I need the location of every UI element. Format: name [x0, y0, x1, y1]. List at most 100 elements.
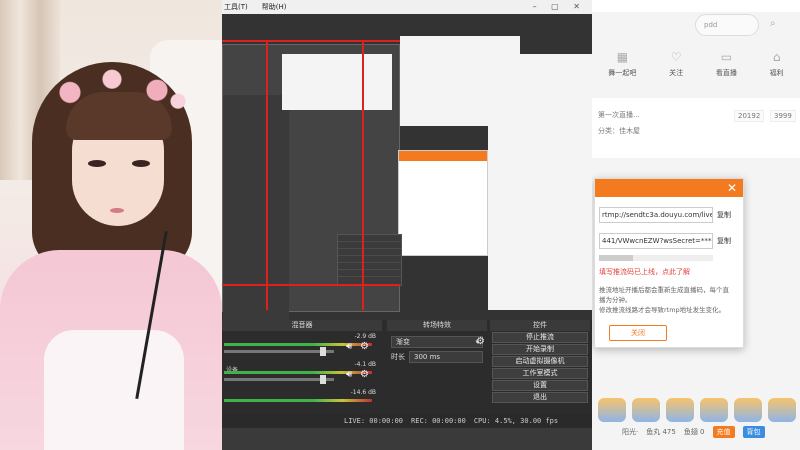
volume-fader[interactable]: [224, 347, 334, 356]
settings-button[interactable]: 设置: [492, 380, 588, 391]
bounding-box-top: [222, 40, 400, 42]
obs-statusbar: LIVE: 00:00:00 REC: 00:00:00 CPU: 4.5%, …: [222, 414, 592, 428]
taskbar-area: [222, 428, 592, 450]
gift-item[interactable]: [598, 398, 626, 422]
rec-time: REC: 00:00:00: [411, 417, 466, 425]
speaker-icon[interactable]: 🔊︎: [346, 341, 352, 352]
track-db: -14.6 dB: [350, 389, 376, 396]
nested-page: [282, 54, 392, 110]
dialog-header: ✕: [595, 179, 743, 197]
transition-selected: 渐变: [396, 338, 410, 346]
copy-key-button[interactable]: 复制: [717, 236, 731, 246]
nested-browser-right: [488, 54, 592, 310]
mixer-track: -2.9 dB 🔊︎ ⚙: [222, 333, 382, 359]
window-controls[interactable]: – ▢ ✕: [533, 2, 586, 11]
controls-title: 控件: [490, 320, 590, 331]
webcam-feed: [0, 0, 222, 450]
room-title: 第一次直播...: [598, 111, 640, 119]
nav-icons: ▦ 舞一起吧 ♡ 关注 ▭ 看直播 ⌂ 福利: [592, 50, 800, 90]
menu-help[interactable]: 帮助(H): [262, 2, 287, 12]
room-info: 第一次直播... 分类：佳木屋: [592, 98, 800, 158]
speaker-icon[interactable]: 🔊︎: [346, 369, 352, 380]
menu-tools[interactable]: 工具(T): [224, 2, 248, 12]
mixer-track: -14.6 dB: [222, 389, 382, 415]
cpu-fps: CPU: 4.5%, 30.00 fps: [473, 417, 559, 425]
obs-docks: 混音器 -2.9 dB 🔊︎ ⚙ 设备 -4.1 dB 🔊︎ ⚙: [222, 320, 592, 414]
transition-select[interactable]: 渐变 ▾: [391, 336, 483, 348]
key-row: 441/VWwcnEZW?wsSecret=******* 复制: [599, 233, 739, 249]
nested-dialog: [398, 150, 488, 256]
select-dropdown[interactable]: [599, 255, 713, 261]
server-row: rtmp://sendtc3a.douyu.com/live 复制: [599, 207, 739, 223]
gift-item[interactable]: [768, 398, 796, 422]
close-button[interactable]: 关闭: [609, 325, 667, 341]
nav-item[interactable]: ⌂ 福利: [770, 50, 784, 90]
room-category: 分类：佳木屋: [598, 127, 640, 135]
tip-line: 修改推流线路才会导致rtmp地址发生变化。: [599, 306, 726, 314]
duration-input[interactable]: 300 ms: [409, 351, 483, 363]
stop-stream-button[interactable]: 停止推流: [492, 332, 588, 343]
controls-dock: 控件 停止推流 开始录制 启动虚拟摄像机 工作室模式 设置 退出: [490, 320, 590, 414]
right-eye: [132, 160, 150, 167]
track-db: -4.1 dB: [354, 361, 376, 368]
hair-flowers: [40, 66, 190, 110]
nav-label: 舞一起吧: [608, 69, 637, 77]
search-input[interactable]: pdd: [695, 14, 759, 36]
lips: [110, 208, 124, 213]
tip-line: 推流地址开播后都会重新生成直播码，每个直: [599, 286, 729, 294]
duration-label: 时长: [391, 353, 405, 361]
close-icon[interactable]: ✕: [727, 181, 737, 195]
bounding-box-left: [266, 40, 268, 310]
fish-fin-count: 鱼翅 0: [683, 428, 705, 436]
bounding-box-right: [362, 40, 364, 310]
tip-line: 播为分钟。: [599, 296, 632, 304]
preview-canvas[interactable]: [222, 14, 592, 345]
nav-label: 福利: [769, 69, 784, 77]
mixer-track: 设备 -4.1 dB 🔊︎ ⚙: [222, 361, 382, 387]
gift-item[interactable]: [700, 398, 728, 422]
nav-item[interactable]: ▭ 看直播: [716, 50, 737, 90]
mixer-dock: 混音器 -2.9 dB 🔊︎ ⚙ 设备 -4.1 dB 🔊︎ ⚙: [222, 320, 382, 414]
start-recording-button[interactable]: 开始录制: [492, 344, 588, 355]
server-address-field[interactable]: rtmp://sendtc3a.douyu.com/live: [599, 207, 713, 223]
level-meter: [224, 399, 372, 402]
stream-code-dialog: ✕ rtmp://sendtc3a.douyu.com/live 复制 441/…: [594, 178, 744, 348]
nav-label: 关注: [669, 69, 684, 77]
live-time: LIVE: 00:00:00: [344, 417, 404, 425]
left-eye: [88, 160, 106, 167]
gift-item[interactable]: [632, 398, 660, 422]
nav-item[interactable]: ♡ 关注: [669, 50, 683, 90]
grid-icon: ▦: [616, 50, 629, 64]
gear-icon[interactable]: ⚙: [360, 341, 369, 352]
virtual-camera-button[interactable]: 启动虚拟摄像机: [492, 356, 588, 367]
gear-icon[interactable]: ⚙: [360, 369, 369, 380]
track-db: -2.9 dB: [354, 333, 376, 340]
studio-mode-button[interactable]: 工作室模式: [492, 368, 588, 379]
recharge-button[interactable]: 充值: [712, 426, 735, 438]
mixer-title: 混音器: [222, 320, 382, 331]
search-icon[interactable]: ⌕: [770, 18, 776, 29]
bottom-item: 阳光·: [622, 428, 639, 436]
bottom-bar: 阳光· 鱼丸 475 鱼翅 0 充值 背包: [592, 424, 800, 440]
bounding-box-bottom: [222, 284, 400, 286]
nav-label: 看直播: [715, 69, 737, 77]
browser-top: [592, 0, 800, 12]
stream-key-field[interactable]: 441/VWwcnEZW?wsSecret=*******: [599, 233, 713, 249]
screen: 工具(T) 帮助(H) – ▢ ✕ 混音器 -2.9 dB 🔊︎ ⚙ -4.1 …: [0, 0, 800, 450]
gift-bar: [598, 398, 798, 424]
gift-icon: ⌂: [772, 50, 781, 64]
exit-button[interactable]: 退出: [492, 392, 588, 403]
warning-link[interactable]: 填写推流码已上线，点此了解: [599, 267, 739, 277]
gift-item[interactable]: [666, 398, 694, 422]
nested-controls: [337, 234, 402, 286]
volume-fader[interactable]: [224, 375, 334, 384]
dialog-tips: 推流地址开播后都会重新生成直播码，每个直 播为分钟。 修改推流线路才会导致rtm…: [599, 285, 739, 315]
stat-badge: 20192: [734, 110, 765, 122]
dress-collar: [44, 330, 184, 450]
gift-item[interactable]: [734, 398, 762, 422]
nav-item[interactable]: ▦ 舞一起吧: [608, 50, 636, 90]
gear-icon[interactable]: ⚙: [476, 336, 485, 347]
copy-server-button[interactable]: 复制: [717, 210, 731, 220]
heart-icon: ♡: [670, 50, 682, 64]
backpack-button[interactable]: 背包: [742, 426, 765, 438]
